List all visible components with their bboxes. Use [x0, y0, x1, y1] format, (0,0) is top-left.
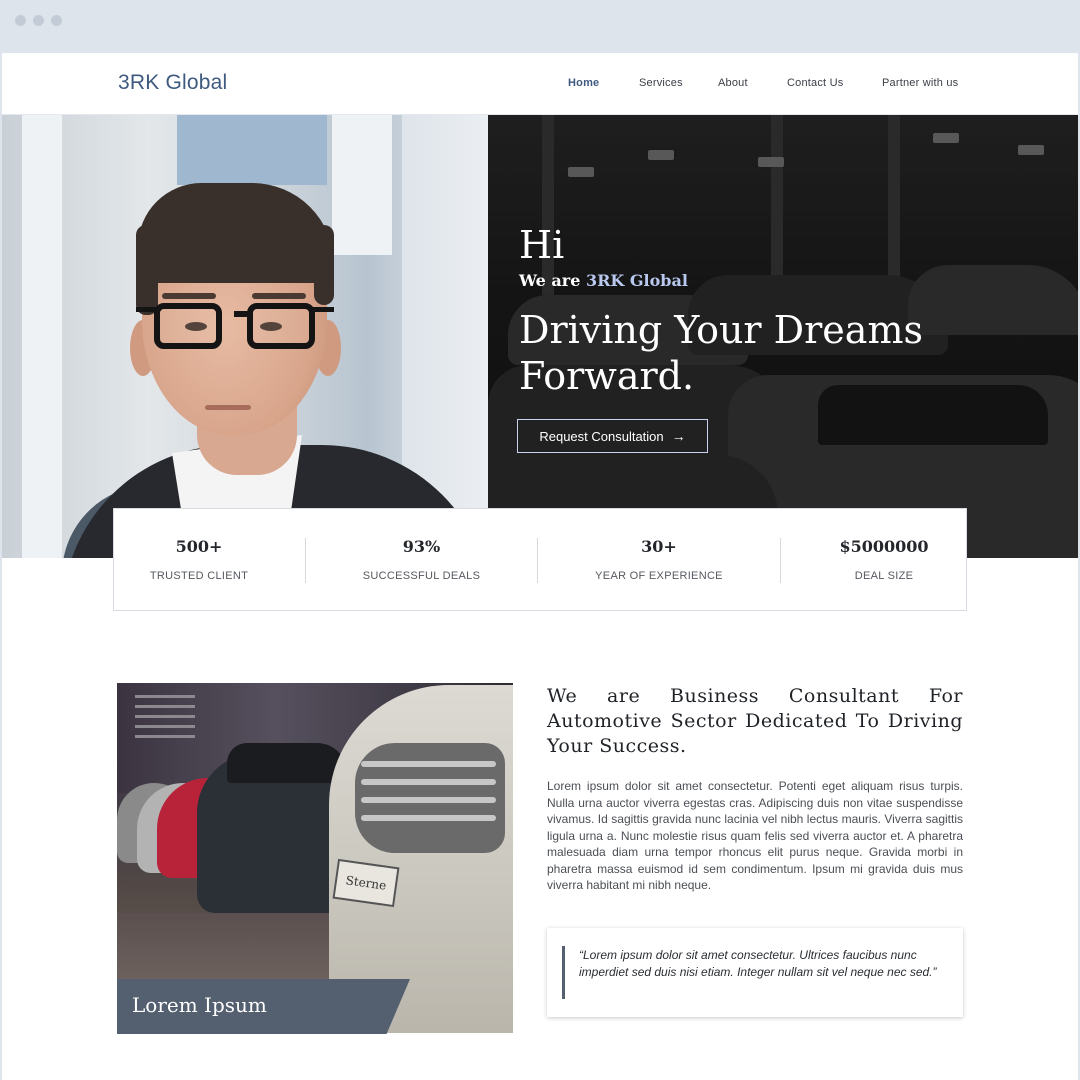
stat-trusted-client: 500+ TRUSTED CLIENT	[114, 509, 284, 612]
window-close-dot[interactable]	[15, 15, 26, 26]
web-page: 3RK Global Home Services About Contact U…	[2, 53, 1078, 1080]
top-nav: 3RK Global Home Services About Contact U…	[2, 53, 1078, 115]
photo-caption-text: Lorem Ipsum	[132, 993, 267, 1017]
about-body: Lorem ipsum dolor sit amet consectetur. …	[547, 779, 963, 892]
stat-successful-deals: 93% SUCCESSFUL DEALS	[319, 509, 524, 612]
stat-value: 500+	[175, 537, 223, 556]
arrow-right-icon: →	[671, 428, 686, 444]
nav-partner-with-us[interactable]: Partner with us	[882, 77, 958, 89]
stat-divider	[537, 538, 538, 583]
brand-logo[interactable]: 3RK Global	[118, 71, 227, 95]
hero-greeting: Hi	[519, 223, 565, 267]
stat-year-of-experience: 30+ YEAR OF EXPERIENCE	[554, 509, 764, 612]
hero-intro: We are 3RK Global	[519, 271, 688, 290]
hero-intro-prefix: We are	[519, 271, 586, 290]
stat-divider	[305, 538, 306, 583]
nav-about[interactable]: About	[718, 77, 748, 89]
photo-caption: Lorem Ipsum	[117, 979, 410, 1034]
quote-accent-bar	[562, 946, 565, 999]
stat-divider	[780, 538, 781, 583]
hero-intro-brand: 3RK Global	[585, 271, 688, 290]
nav-home[interactable]: Home	[568, 77, 599, 89]
window-maximize-dot[interactable]	[51, 15, 62, 26]
stat-label: YEAR OF EXPERIENCE	[595, 570, 723, 582]
stat-label: TRUSTED CLIENT	[149, 570, 249, 582]
nav-contact-us[interactable]: Contact Us	[787, 77, 843, 89]
request-consultation-button[interactable]: Request Consultation →	[517, 419, 708, 453]
stat-value: 93%	[402, 537, 441, 556]
quote-text: “Lorem ipsum dolor sit amet consectetur.…	[579, 948, 937, 979]
hero-portrait-image	[2, 115, 488, 558]
stat-deal-size: $5000000 DEAL SIZE	[794, 509, 974, 612]
stat-label: DEAL SIZE	[854, 570, 914, 582]
stat-value: 30+	[641, 537, 677, 556]
stat-value: $5000000	[839, 537, 929, 556]
cta-label: Request Consultation	[539, 428, 664, 444]
hero-headline: Driving Your Dreams Forward.	[519, 308, 923, 398]
stat-label: SUCCESSFUL DEALS	[362, 570, 481, 582]
window-minimize-dot[interactable]	[33, 15, 44, 26]
about-heading: We are Business Consultant For Automotiv…	[547, 685, 963, 757]
nav-services[interactable]: Services	[639, 77, 683, 89]
browser-chrome	[0, 0, 1080, 53]
quote-card: “Lorem ipsum dolor sit amet consectetur.…	[547, 928, 963, 1017]
stats-bar: 500+ TRUSTED CLIENT 93% SUCCESSFUL DEALS…	[113, 508, 967, 611]
glasses-icon	[154, 303, 222, 349]
license-plate: Sterne	[332, 858, 400, 908]
